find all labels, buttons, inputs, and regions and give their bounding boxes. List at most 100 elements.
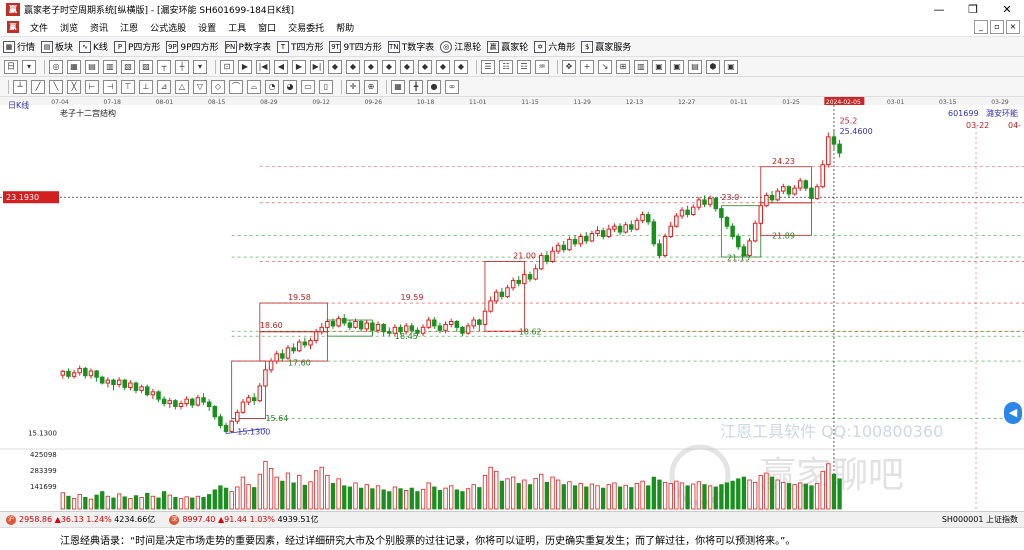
sh-index-segment[interactable]: 沪 2958.86 ▲36.13 1.24% 4234.66亿 (6, 514, 155, 525)
tool-icon-20[interactable]: ◆ (382, 59, 396, 74)
toolbar-item-6[interactable]: T T四方形 (274, 40, 327, 53)
toolbar-item-0[interactable]: ▦ 行情 (0, 40, 38, 53)
tool-icon-8[interactable]: ⊿ (157, 79, 171, 94)
tool-icon-17[interactable]: ◆ (328, 59, 342, 74)
tool-icon-13[interactable]: |◀ (256, 59, 270, 74)
tool-icon-31[interactable]: ↘ (598, 59, 612, 74)
minimize-button[interactable]: — (922, 0, 956, 18)
kline-chart[interactable]: 07-04 07-18 08-01 08-15 08-29 09-12 09-26 10-18… (0, 97, 1024, 511)
menu-tools[interactable]: 工具 (222, 21, 252, 34)
tool-icon-14[interactable]: ◀ (274, 59, 288, 74)
tool-icon-9[interactable]: ┼ (175, 59, 189, 74)
tool-icon-15[interactable]: ◕ (283, 79, 297, 94)
tool-icon-4[interactable]: ▤ (85, 59, 99, 74)
candle-body (809, 187, 814, 199)
tool-icon-7[interactable]: ⊥ (139, 79, 153, 94)
tool-icon-8[interactable]: ┬ (157, 59, 171, 74)
mdi-minimize-button[interactable]: _ (974, 20, 988, 34)
toolbar-item-9[interactable]: ◎ 江恩轮 (437, 40, 484, 53)
menu-browse[interactable]: 浏览 (54, 21, 84, 34)
tool-icon-16[interactable]: ▭ (301, 79, 315, 94)
tool-icon-24[interactable]: ◆ (454, 59, 468, 74)
tool-icon-12[interactable]: ⌒ (229, 79, 243, 94)
toolbar-item-4[interactable]: 9P 9P四方形 (163, 40, 221, 53)
restore-button[interactable]: ❐ (956, 0, 990, 18)
toolbar-item-5[interactable]: PN P数字表 (222, 40, 274, 53)
side-expand-button[interactable]: ◀ (1004, 402, 1022, 424)
tool-icon-3[interactable]: ╳ (67, 79, 81, 94)
toolbar-item-2[interactable]: ∿ K线 (76, 40, 111, 53)
menu-file[interactable]: 文件 (24, 21, 54, 34)
tool-icon-15[interactable]: ▶ (292, 59, 306, 74)
tool-icon-19[interactable]: ◆ (364, 59, 378, 74)
tool-icon-11[interactable]: ⊡ (220, 59, 234, 74)
menu-help[interactable]: 帮助 (330, 21, 360, 34)
tool-icon-37[interactable]: ⬢ (706, 59, 720, 74)
tool-icon-34[interactable]: ▣ (652, 59, 666, 74)
tool-icon-18[interactable]: ◆ (346, 59, 360, 74)
tool-icon-0[interactable]: ┴ (13, 79, 27, 94)
tool-icon-2[interactable]: ╲ (49, 79, 63, 94)
chart-canvas[interactable]: 07-04 07-18 08-01 08-15 08-29 09-12 09-26 10-18… (0, 97, 1024, 511)
tool-icon-16[interactable]: ▶| (310, 59, 324, 74)
tool-icon-10[interactable]: ▽ (193, 79, 207, 94)
tool-icon-23[interactable]: ∞ (445, 79, 459, 94)
tool-icon-11[interactable]: ◇ (211, 79, 225, 94)
tool-icon-30[interactable]: + (580, 59, 594, 74)
tool-icon-22[interactable]: ◆ (418, 59, 432, 74)
tool-icon-38[interactable]: ▣ (724, 59, 738, 74)
tool-icon-7[interactable]: ▨ (139, 59, 153, 74)
tool-icon-18[interactable]: ✛ (346, 79, 360, 94)
mdi-restore-button[interactable]: ▫ (990, 20, 1004, 34)
tool-icon-33[interactable]: ▥ (634, 59, 648, 74)
toolbar-item-11[interactable]: ✡ 六角形 (531, 40, 578, 53)
tool-icon-2[interactable]: ◎ (49, 59, 63, 74)
current-index[interactable]: SH000001 上证指数 (942, 514, 1018, 525)
tool-icon-35[interactable]: ▣ (670, 59, 684, 74)
tool-icon-22[interactable]: ● (427, 79, 441, 94)
tool-icon-23[interactable]: ◆ (436, 59, 450, 74)
tool-icon-25[interactable]: ☰ (481, 59, 495, 74)
tool-icon-5[interactable]: ⊣ (103, 79, 117, 94)
tool-icon-1[interactable]: ▾ (22, 59, 36, 74)
toolbar-item-10[interactable]: 赢赢家轮 (484, 40, 531, 53)
toolbar-item-1[interactable]: ▤ 板块 (38, 40, 76, 53)
tool-icon-36[interactable]: ▤ (688, 59, 702, 74)
tool-icon-6[interactable]: ⊤ (121, 79, 135, 94)
menu-gann[interactable]: 江恩 (114, 21, 144, 34)
menu-formula[interactable]: 公式选股 (144, 21, 192, 34)
tool-icon-3[interactable]: ▦ (67, 59, 81, 74)
tool-icon-9[interactable]: △ (175, 79, 189, 94)
menu-settings[interactable]: 设置 (192, 21, 222, 34)
close-button[interactable]: ✕ (990, 0, 1024, 18)
tool-icon-27[interactable]: ☲ (517, 59, 531, 74)
app-window: 赢 赢家老子时空周期系统[纵横版] - [漏安环能 SH601699-184日K… (0, 0, 1024, 550)
tool-icon-28[interactable]: ♒ (535, 59, 549, 74)
toolbar-item-7[interactable]: 9T 9T四方形 (326, 40, 384, 53)
tool-icon-6[interactable]: ▧ (121, 59, 135, 74)
tool-icon-14[interactable]: ◔ (265, 79, 279, 94)
tool-icon-5[interactable]: ▥ (103, 59, 117, 74)
tool-icon-1[interactable]: ╱ (31, 79, 45, 94)
toolbar-item-12[interactable]: $ 赢家服务 (578, 40, 634, 53)
tool-icon-21[interactable]: ╋ (409, 79, 423, 94)
tool-icon-0[interactable]: 日 (4, 59, 18, 74)
mdi-close-button[interactable]: × (1006, 20, 1020, 34)
tool-icon-32[interactable]: ⊞ (616, 59, 630, 74)
sz-index-segment[interactable]: 深 8997.40 ▲91.44 1.03% 4939.51亿 (169, 514, 319, 525)
tool-icon-19[interactable]: ⊕ (364, 79, 378, 94)
tool-icon-13[interactable]: ⌓ (247, 79, 261, 94)
tool-icon-29[interactable]: ✥ (562, 59, 576, 74)
tool-icon-17[interactable]: ▯ (319, 79, 333, 94)
menu-window[interactable]: 窗口 (252, 21, 282, 34)
tool-icon-20[interactable]: ▦ (391, 79, 405, 94)
toolbar-item-3[interactable]: P P四方形 (111, 40, 163, 53)
tool-icon-21[interactable]: ◆ (400, 59, 414, 74)
menu-trade[interactable]: 交易委托 (282, 21, 330, 34)
tool-icon-10[interactable]: ▾ (193, 59, 207, 74)
tool-icon-12[interactable]: ▶ (238, 59, 252, 74)
menu-info[interactable]: 资讯 (84, 21, 114, 34)
toolbar-item-8[interactable]: TN T数字表 (385, 40, 438, 53)
tool-icon-26[interactable]: ☷ (499, 59, 513, 74)
tool-icon-4[interactable]: ⊢ (85, 79, 99, 94)
